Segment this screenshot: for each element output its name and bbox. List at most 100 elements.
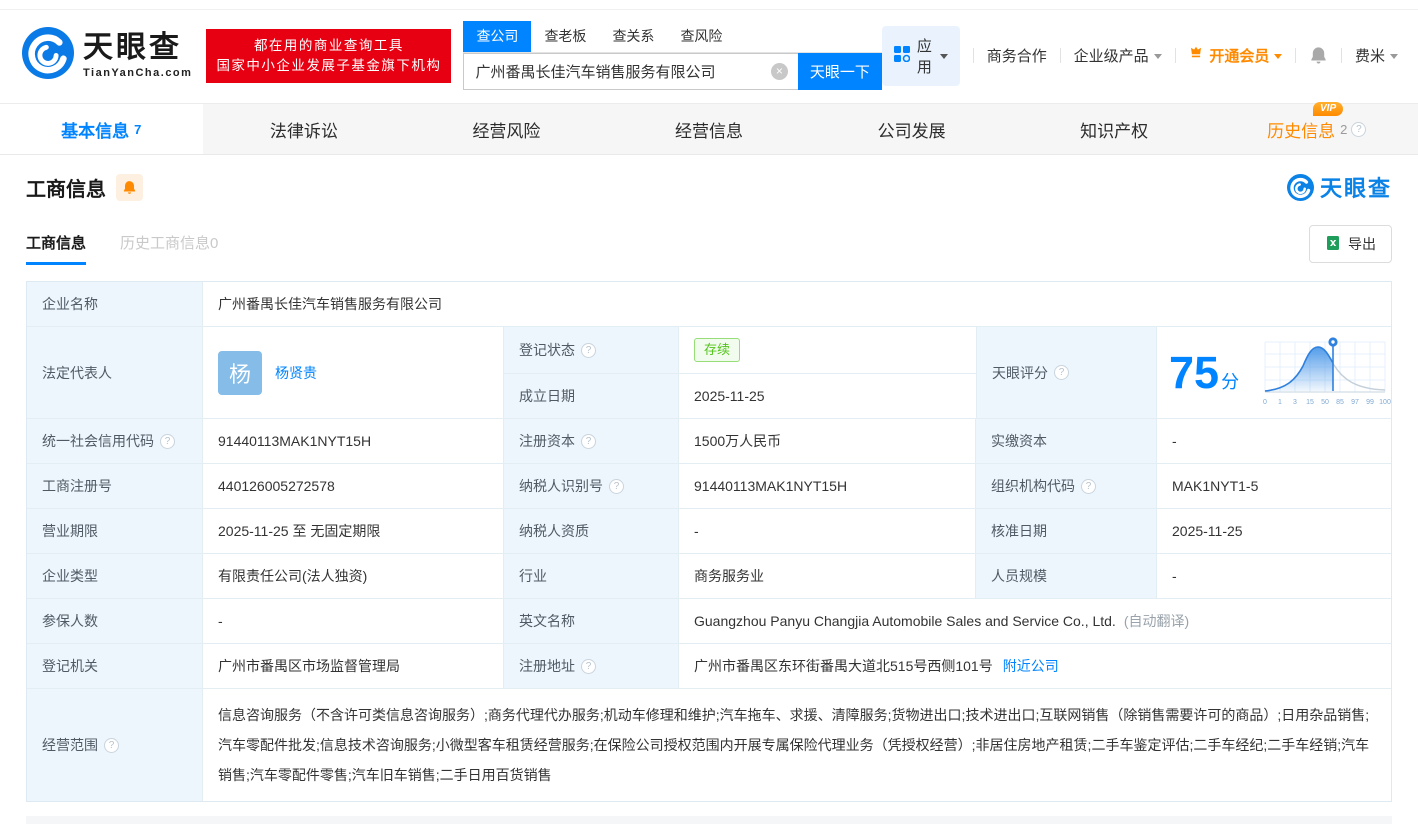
brand-domain: TianYanCha.com — [83, 67, 192, 79]
score-distribution-chart: 0 1 3 15 50 85 97 99 100 — [1255, 334, 1401, 411]
promo-banner-line2: 国家中小企业发展子基金旗下机构 — [216, 56, 441, 76]
nav-user-name: 费米 — [1355, 45, 1385, 66]
table-row-legal-rep: 法定代表人 杨 杨贤贵 登记状态 ? 存续 成立日期 2025-11-2 — [27, 327, 1391, 419]
help-icon[interactable]: ? — [581, 434, 596, 449]
search-area: 查公司 查老板 查关系 查风险 × 天眼一下 — [463, 21, 881, 90]
nav-enterprise-label: 企业级产品 — [1074, 45, 1149, 66]
help-icon[interactable]: ? — [160, 434, 175, 449]
promo-banner: 都在用的商业查询工具 国家中小企业发展子基金旗下机构 — [206, 29, 451, 83]
credit-code-label: 统一社会信用代码 — [42, 431, 154, 451]
export-button-label: 导出 — [1348, 234, 1376, 254]
tab-basic-info[interactable]: 基本信息 7 — [0, 104, 203, 154]
nav-user-menu[interactable]: 费米 — [1355, 45, 1398, 66]
reg-authority-value: 广州市番禺区市场监督管理局 — [203, 644, 504, 688]
est-date-value: 2025-11-25 — [679, 374, 976, 418]
page-top-divider — [0, 0, 1418, 10]
table-subrow-est-date: 成立日期 2025-11-25 — [504, 374, 976, 418]
status-date-stack: 登记状态 ? 存续 成立日期 2025-11-25 — [504, 327, 976, 418]
export-button[interactable]: 导出 — [1309, 225, 1392, 263]
subtab-history-registration[interactable]: 历史工商信息0 — [120, 232, 218, 265]
legal-rep-link[interactable]: 杨贤贵 — [275, 363, 317, 383]
table-row-business-term: 营业期限 2025-11-25 至 无固定期限 纳税人资质 - 核准日期 202… — [27, 509, 1391, 554]
nearby-companies-link[interactable]: 附近公司 — [1003, 656, 1059, 676]
business-info-table: 企业名称 广州番禺长佳汽车销售服务有限公司 法定代表人 杨 杨贤贵 登记状态 ?… — [26, 281, 1392, 802]
auto-translate-note: (自动翻译) — [1124, 611, 1189, 631]
apps-menu[interactable]: 应用 — [882, 26, 960, 86]
search-input[interactable] — [463, 53, 797, 90]
score-label: 天眼评分 — [992, 363, 1048, 383]
nav-cooperation[interactable]: 商务合作 — [987, 45, 1047, 66]
nav-enterprise-products[interactable]: 企业级产品 — [1074, 45, 1162, 66]
approval-date-value: 2025-11-25 — [1157, 509, 1391, 553]
vip-badge: VIP — [1313, 102, 1343, 116]
tab-label: 公司发展 — [878, 117, 946, 142]
divider — [973, 48, 974, 63]
business-scope-cell: 信息咨询服务（不含许可类信息咨询服务）;商务代理代办服务;机动车修理和维护;汽车… — [203, 689, 1391, 801]
table-row-reg-number: 工商注册号 440126005272578 纳税人识别号 ? 91440113M… — [27, 464, 1391, 509]
tab-history-info[interactable]: 历史信息 VIP 2 ? — [1215, 104, 1418, 154]
search-tab-relation[interactable]: 查关系 — [599, 21, 667, 52]
table-row-reg-address: 登记机关 广州市番禺区市场监督管理局 注册地址 ? 广州市番禺区东环街番禺大道北… — [27, 644, 1391, 689]
tab-company-development[interactable]: 公司发展 — [810, 104, 1013, 154]
help-icon[interactable]: ? — [1054, 365, 1069, 380]
business-scope-label-cell: 经营范围 ? — [27, 689, 203, 801]
help-icon[interactable]: ? — [104, 738, 119, 753]
help-icon[interactable]: ? — [581, 659, 596, 674]
reg-number-label: 工商注册号 — [27, 464, 203, 508]
paid-capital-label: 实缴资本 — [976, 419, 1157, 463]
notification-bell-icon[interactable] — [1309, 46, 1328, 65]
reg-status-label-cell: 登记状态 ? — [504, 327, 679, 373]
tianyancha-logo[interactable]: 天眼查 TianYanCha.com — [22, 27, 192, 84]
score-cell: 75 分 — [1157, 327, 1413, 418]
clear-search-icon[interactable]: × — [771, 63, 788, 80]
tab-operational-risk[interactable]: 经营风险 — [405, 104, 608, 154]
nav-open-membership[interactable]: 开通会员 — [1188, 45, 1282, 66]
tab-label: 历史信息 — [1267, 117, 1335, 142]
svg-text:99: 99 — [1366, 399, 1374, 406]
search-button[interactable]: 天眼一下 — [798, 53, 882, 90]
tab-intellectual-property[interactable]: 知识产权 — [1013, 104, 1216, 154]
tab-label: 法律诉讼 — [270, 117, 338, 142]
apps-grid-icon — [894, 46, 910, 66]
help-icon[interactable]: ? — [1351, 122, 1366, 137]
tab-legal-proceedings[interactable]: 法律诉讼 — [203, 104, 406, 154]
help-icon[interactable]: ? — [609, 479, 624, 494]
table-row-company-name: 企业名称 广州番禺长佳汽车销售服务有限公司 — [27, 282, 1391, 327]
subscribe-bell-icon[interactable] — [116, 174, 143, 201]
svg-text:100: 100 — [1379, 399, 1391, 406]
brand-name: 天眼查 — [83, 33, 192, 63]
business-scope-label: 经营范围 — [42, 735, 98, 755]
search-tab-company[interactable]: 查公司 — [463, 21, 531, 52]
search-tab-risk[interactable]: 查风险 — [667, 21, 735, 52]
search-tab-boss[interactable]: 查老板 — [531, 21, 599, 52]
help-icon[interactable]: ? — [1081, 479, 1096, 494]
nav-membership-label: 开通会员 — [1209, 45, 1269, 66]
reg-capital-label: 注册资本 — [519, 431, 575, 451]
business-scope-value: 信息咨询服务（不含许可类信息咨询服务）;商务代理代办服务;机动车修理和维护;汽车… — [218, 700, 1376, 790]
svg-text:97: 97 — [1351, 399, 1359, 406]
reg-address-value: 广州市番禺区东环街番禺大道北515号西侧101号 — [694, 656, 993, 676]
svg-text:50: 50 — [1321, 399, 1329, 406]
reg-address-label: 注册地址 — [519, 656, 575, 676]
reg-capital-value: 1500万人民币 — [679, 419, 976, 463]
content-area: 工商信息 天眼查 工商信息 历史工商信息0 — [0, 155, 1418, 824]
english-name-cell: Guangzhou Panyu Changjia Automobile Sale… — [679, 599, 1391, 643]
promo-banner-line1: 都在用的商业查询工具 — [216, 36, 441, 56]
subtab-row: 工商信息 历史工商信息0 导出 — [26, 225, 1392, 271]
company-type-value: 有限责任公司(法人独资) — [203, 554, 504, 598]
subtab-business-registration[interactable]: 工商信息 — [26, 232, 86, 265]
tab-business-info[interactable]: 经营信息 — [608, 104, 811, 154]
svg-text:3: 3 — [1293, 399, 1297, 406]
paid-capital-value: - — [1157, 419, 1391, 463]
help-icon[interactable]: ? — [581, 343, 596, 358]
org-code-label: 组织机构代码 — [991, 476, 1075, 496]
apps-menu-label: 应用 — [917, 35, 933, 77]
table-row-business-scope: 经营范围 ? 信息咨询服务（不含许可类信息咨询服务）;商务代理代办服务;机动车修… — [27, 689, 1391, 801]
reg-authority-label: 登记机关 — [27, 644, 203, 688]
search-tabs: 查公司 查老板 查关系 查风险 — [463, 21, 881, 53]
company-name-label: 企业名称 — [27, 282, 203, 326]
reg-number-value: 440126005272578 — [203, 464, 504, 508]
legal-rep-cell: 杨 杨贤贵 — [203, 327, 504, 418]
header: 天眼查 TianYanCha.com 都在用的商业查询工具 国家中小企业发展子基… — [0, 10, 1418, 103]
avatar[interactable]: 杨 — [218, 351, 262, 395]
